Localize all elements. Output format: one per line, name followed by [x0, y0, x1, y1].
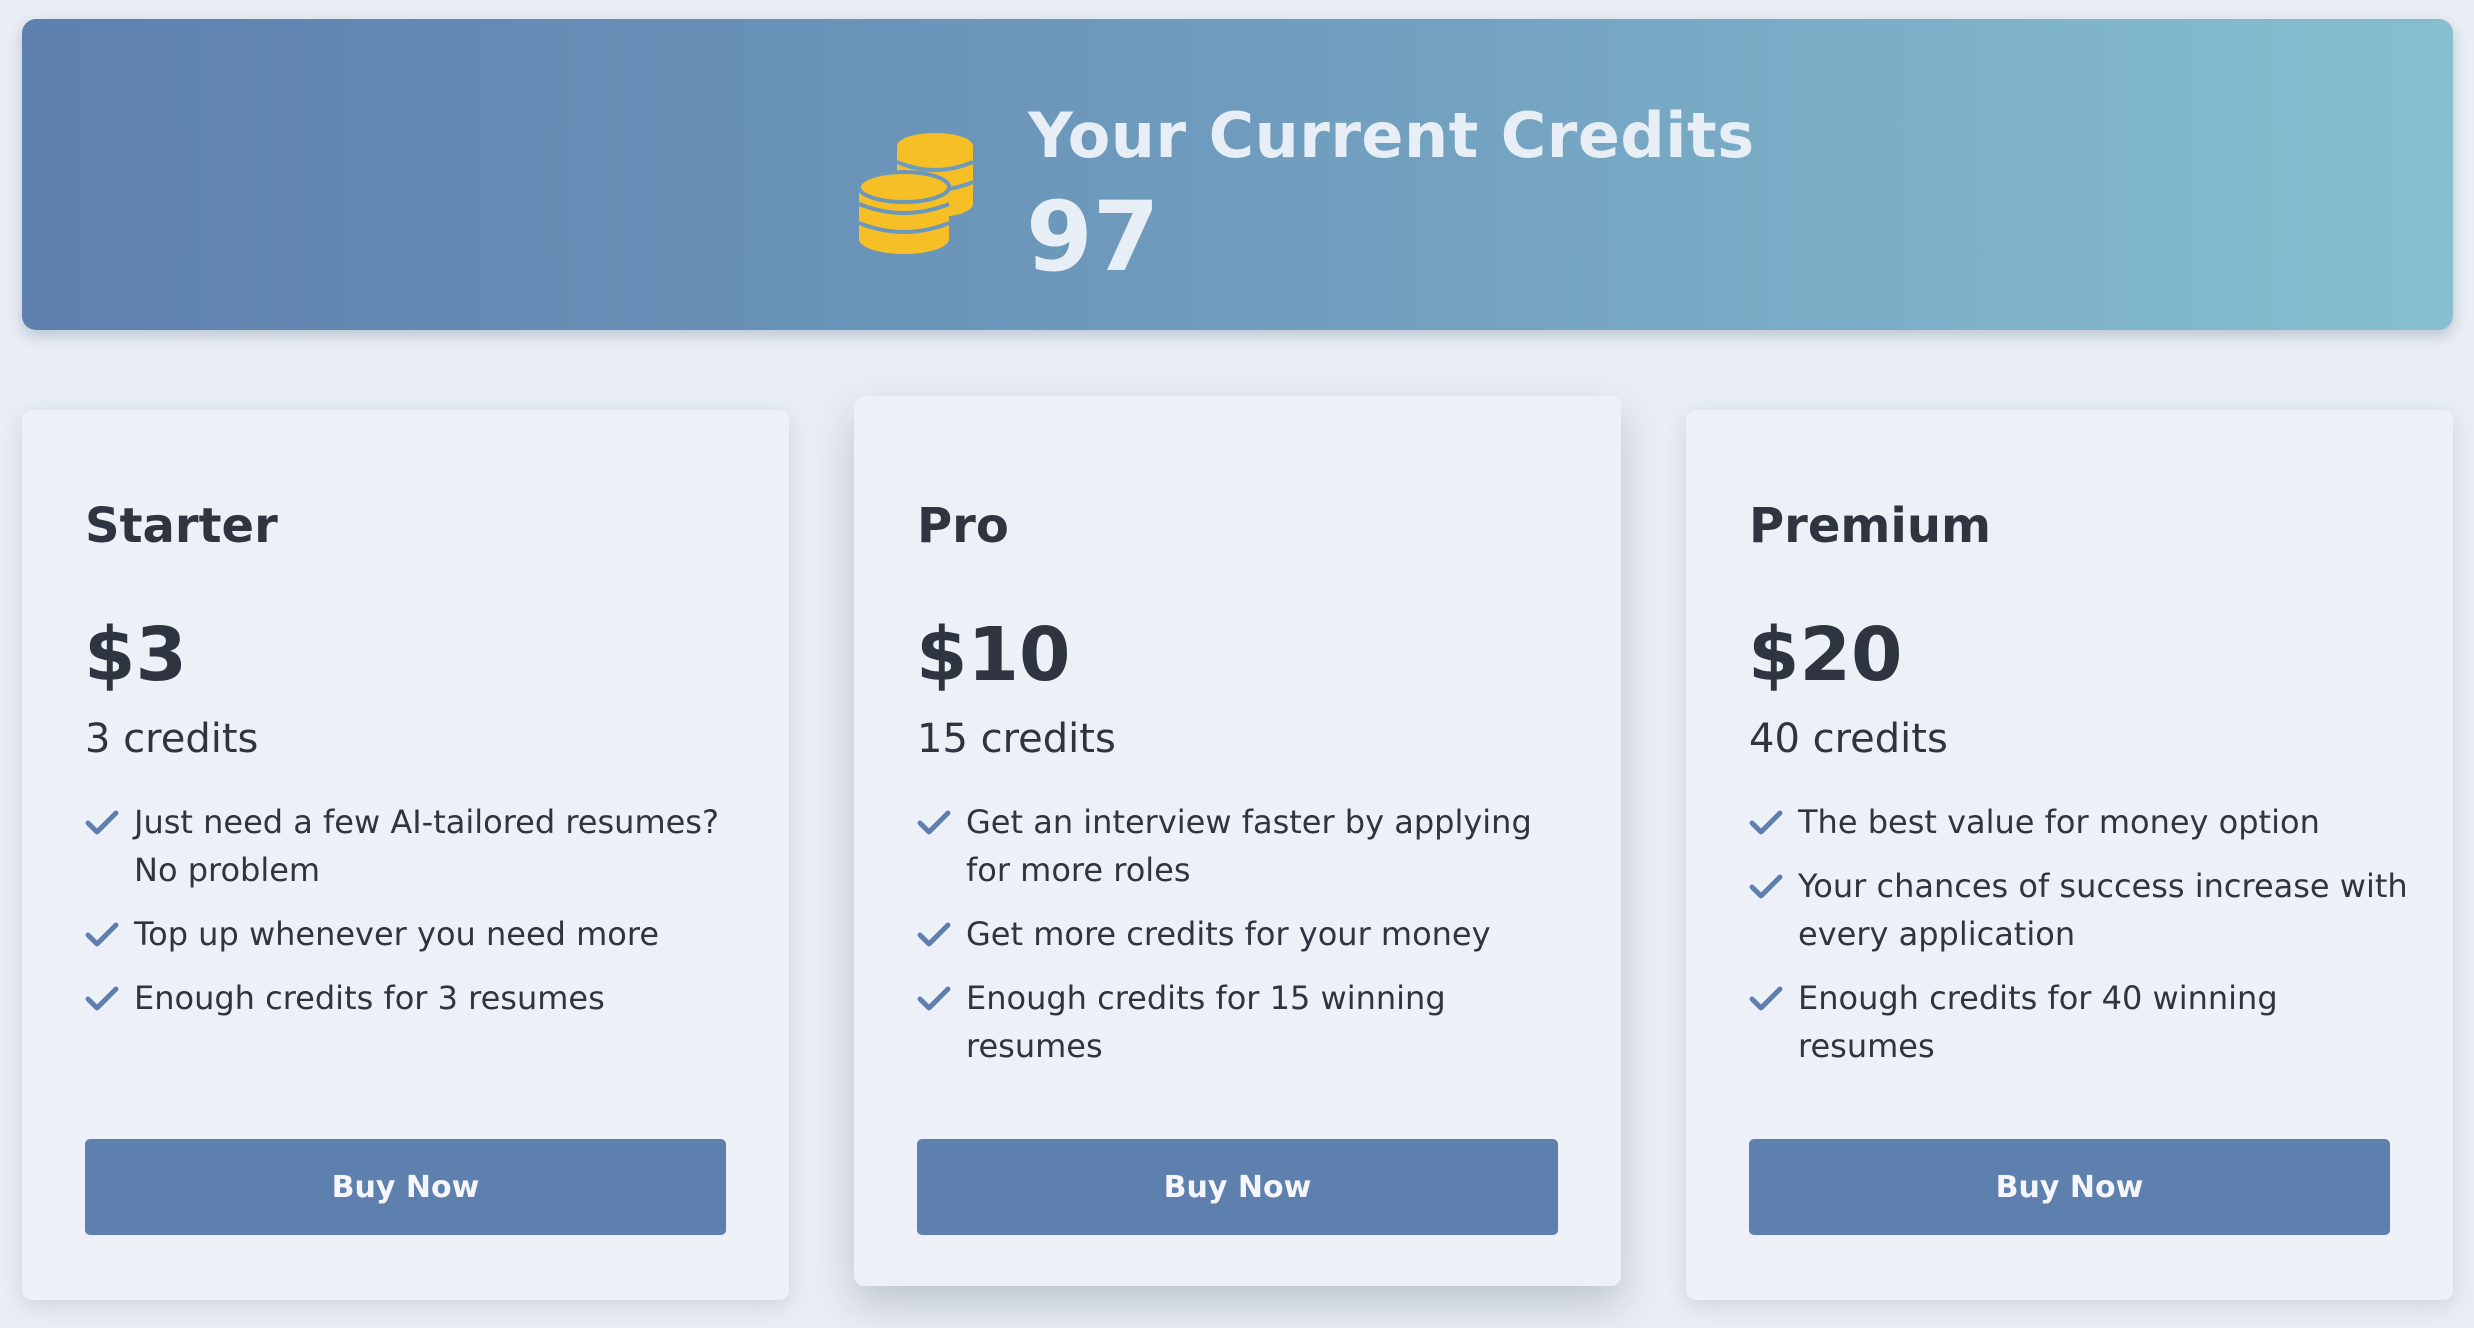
plan-name: Starter: [85, 498, 278, 554]
check-icon: [85, 986, 119, 1011]
feature-item: Enough credits for 15 winning resumes: [917, 974, 1577, 1070]
plan-price: $10: [916, 612, 1071, 698]
plan-credits: 15 credits: [917, 716, 1116, 762]
feature-text: Get an interview faster by applying for …: [966, 803, 1532, 889]
credits-banner: Your Current Credits 97: [22, 19, 2453, 330]
plan-credits: 3 credits: [85, 716, 259, 762]
plan-card-premium: Premium $20 40 credits The best value fo…: [1686, 410, 2453, 1300]
feature-text: Get more credits for your money: [966, 915, 1491, 953]
plan-name: Premium: [1749, 498, 1992, 554]
feature-text: Enough credits for 15 winning resumes: [966, 979, 1446, 1065]
feature-text: Top up whenever you need more: [134, 915, 659, 953]
feature-list: Get an interview faster by applying for …: [917, 798, 1577, 1086]
credits-value: 97: [1026, 181, 1160, 293]
plan-price: $3: [84, 612, 187, 698]
plan-card-starter: Starter $3 3 credits Just need a few AI-…: [22, 410, 789, 1300]
plan-card-pro: Pro $10 15 credits Get an interview fast…: [854, 396, 1621, 1286]
feature-item: Your chances of success increase with ev…: [1749, 862, 2409, 958]
feature-list: Just need a few AI-tailored resumes? No …: [85, 798, 745, 1038]
feature-item: Enough credits for 3 resumes: [85, 974, 745, 1022]
feature-item: Get an interview faster by applying for …: [917, 798, 1577, 894]
feature-item: Just need a few AI-tailored resumes? No …: [85, 798, 745, 894]
buy-now-button-starter[interactable]: Buy Now: [85, 1139, 726, 1235]
plan-credits: 40 credits: [1749, 716, 1948, 762]
feature-text: The best value for money option: [1798, 803, 2320, 841]
check-icon: [917, 810, 951, 835]
credits-title: Your Current Credits: [1028, 99, 1755, 172]
feature-list: The best value for money option Your cha…: [1749, 798, 2409, 1086]
check-icon: [85, 810, 119, 835]
coins-icon: [857, 133, 974, 254]
feature-text: Enough credits for 40 winning resumes: [1798, 979, 2278, 1065]
check-icon: [1749, 810, 1783, 835]
buy-now-button-premium[interactable]: Buy Now: [1749, 1139, 2390, 1235]
plan-price: $20: [1748, 612, 1903, 698]
check-icon: [917, 922, 951, 947]
check-icon: [85, 922, 119, 947]
feature-text: Your chances of success increase with ev…: [1798, 867, 2408, 953]
check-icon: [917, 986, 951, 1011]
feature-text: Just need a few AI-tailored resumes? No …: [134, 803, 719, 889]
plan-name: Pro: [917, 498, 1009, 554]
buy-now-button-pro[interactable]: Buy Now: [917, 1139, 1558, 1235]
feature-item: Top up whenever you need more: [85, 910, 745, 958]
feature-item: Enough credits for 40 winning resumes: [1749, 974, 2409, 1070]
feature-item: The best value for money option: [1749, 798, 2409, 846]
check-icon: [1749, 986, 1783, 1011]
check-icon: [1749, 874, 1783, 899]
feature-item: Get more credits for your money: [917, 910, 1577, 958]
feature-text: Enough credits for 3 resumes: [134, 979, 605, 1017]
